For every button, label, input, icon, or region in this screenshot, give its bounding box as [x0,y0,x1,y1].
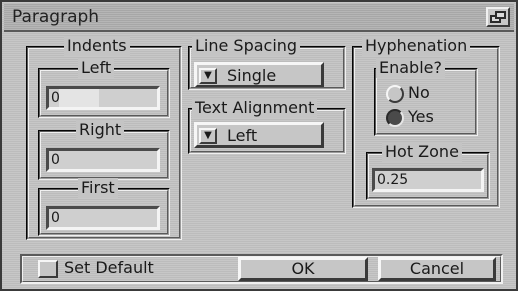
restore-window-icon[interactable] [486,7,510,27]
radio-option-yes[interactable]: Yes [386,107,466,130]
cancel-button[interactable]: Cancel [378,257,496,281]
right-indent-group: Right 0 [38,120,170,180]
first-indent-value: 0 [51,210,60,226]
restore-square-front [495,11,506,19]
title-bar[interactable]: Paragraph [4,4,514,32]
text-alignment-title: Text Alignment [192,98,318,118]
ok-button-label: OK [291,259,315,278]
set-default-checkbox[interactable] [38,260,58,278]
paragraph-dialog: Paragraph Indents Left 0 Right 0 First 0 [0,0,518,291]
hyphenation-title: Hyphenation [362,36,471,56]
set-default-label[interactable]: Set Default [64,258,154,278]
ok-button[interactable]: OK [238,257,368,281]
left-indent-value: 0 [51,90,60,106]
text-alignment-group: Text Alignment ▼ Left [188,98,346,154]
right-indent-value: 0 [51,152,60,168]
indents-title: Indents [64,36,130,56]
hyphenation-group: Hyphenation Enable? No Yes Hot Zone 0.25 [352,36,500,208]
radio-option-no[interactable]: No [386,83,466,106]
hot-zone-field[interactable]: 0.25 [372,168,484,192]
indents-group: Indents Left 0 Right 0 First 0 [26,36,182,240]
radio-no-button[interactable] [386,85,404,103]
text-alignment-value: Left [227,126,258,145]
down-arrow-icon[interactable]: ▼ [199,128,217,144]
enable-group: Enable? No Yes [374,58,478,136]
field-highlight [59,89,99,107]
first-indent-group: First 0 [38,178,170,236]
left-indent-label: Left [78,58,115,78]
line-spacing-dropdown[interactable]: ▼ Single [194,62,324,88]
window-title: Paragraph [12,7,100,27]
hot-zone-value: 0.25 [377,172,409,188]
hot-zone-group: Hot Zone 0.25 [366,142,490,200]
line-spacing-value: Single [227,66,277,85]
line-spacing-group: Line Spacing ▼ Single [188,36,346,90]
right-indent-label: Right [76,120,125,140]
text-alignment-dropdown[interactable]: ▼ Left [194,122,324,148]
radio-no-label: No [408,83,430,102]
right-indent-field[interactable]: 0 [46,148,160,172]
cancel-button-label: Cancel [409,259,465,278]
line-spacing-title: Line Spacing [192,36,301,56]
left-indent-field[interactable]: 0 [46,86,160,110]
down-arrow-icon[interactable]: ▼ [199,68,217,84]
enable-title: Enable? [376,58,445,78]
first-indent-field[interactable]: 0 [46,206,160,230]
hot-zone-title: Hot Zone [382,142,462,162]
button-bar: Set Default OK Cancel [20,254,503,284]
left-indent-group: Left 0 [38,58,170,118]
first-indent-label: First [78,178,118,198]
radio-yes-label: Yes [408,107,434,126]
radio-yes-button[interactable] [386,109,404,127]
